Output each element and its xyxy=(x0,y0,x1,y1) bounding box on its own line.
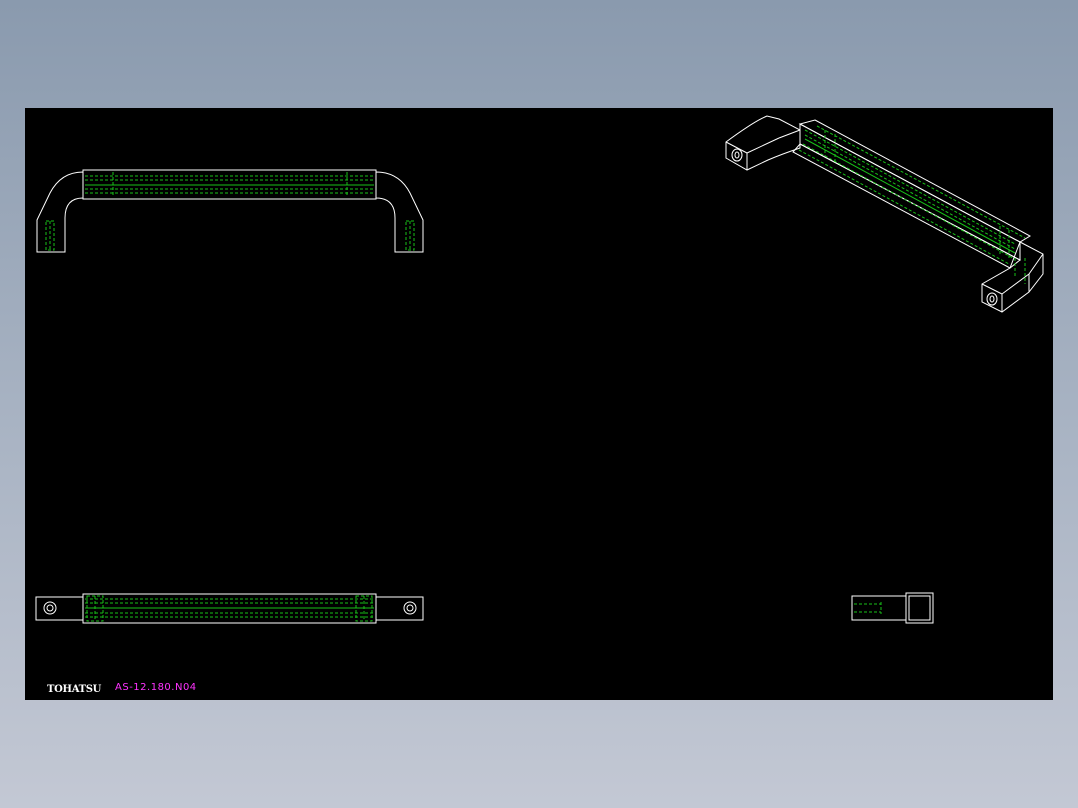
isometric-view xyxy=(725,115,1044,313)
top-view xyxy=(35,593,424,624)
side-view xyxy=(851,592,934,624)
part-number-label: AS-12.180.N04 xyxy=(115,682,197,693)
drawing-sheet[interactable]: TOHATSU AS-12.180.N04 xyxy=(25,108,1053,700)
front-view xyxy=(36,169,424,253)
cad-drawing[interactable] xyxy=(25,108,1053,700)
brand-label: TOHATSU xyxy=(47,684,102,695)
